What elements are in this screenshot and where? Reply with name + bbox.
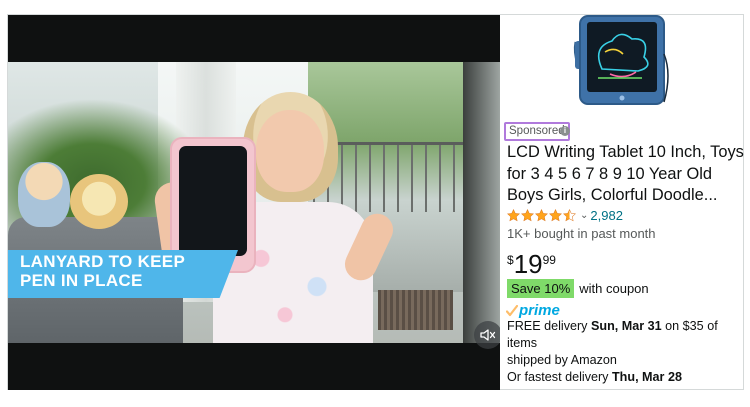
- star-rating: [507, 208, 577, 222]
- rating-count-link[interactable]: 2,982: [590, 208, 623, 223]
- star-full-icon: [549, 208, 562, 221]
- prime-badge: prime: [506, 302, 560, 319]
- delivery-date: Sun, Mar 31: [590, 319, 662, 333]
- delivery-line-2: shipped by Amazon: [507, 353, 617, 367]
- star-full-icon: [521, 208, 534, 221]
- delivery-line-3: Or fastest delivery Thu, Mar 28: [507, 370, 682, 384]
- video-caption-text: LANYARD TO KEEP PEN IN PLACE: [20, 252, 186, 290]
- price-fraction: 99: [542, 253, 556, 267]
- rating-row[interactable]: ⌄ 2,982: [507, 207, 623, 223]
- info-icon[interactable]: i: [560, 126, 570, 136]
- bought-past-month: 1K+ bought in past month: [507, 226, 656, 241]
- speaker-muted-icon: [480, 329, 496, 341]
- star-full-icon: [535, 208, 548, 221]
- star-full-icon: [507, 208, 520, 221]
- lcd-writing-tablet-thumbnail: [573, 15, 669, 105]
- coupon-text: with coupon: [579, 281, 649, 296]
- mute-button[interactable]: [474, 321, 500, 349]
- delivery-info: FREE delivery Sun, Mar 31 on $35 of item…: [507, 318, 747, 386]
- product-thumbnail[interactable]: [572, 14, 676, 108]
- product-video-player[interactable]: LANYARD TO KEEP PEN IN PLACE: [8, 15, 500, 390]
- price-symbol: $: [507, 253, 514, 267]
- video-frame: [8, 62, 500, 343]
- price: $ 19 99: [507, 250, 556, 278]
- price-whole: 19: [513, 249, 543, 279]
- star-half-icon: [563, 208, 576, 221]
- prime-label: prime: [519, 302, 560, 319]
- coupon-badge[interactable]: Save 10%: [507, 279, 575, 298]
- fastest-delivery-date: Thu, Mar 28: [611, 370, 682, 384]
- product-title-link[interactable]: LCD Writing Tablet 10 Inch, Toys for 3 4…: [507, 142, 744, 207]
- plush-toy: [18, 162, 70, 227]
- chevron-down-icon[interactable]: ⌄: [580, 210, 588, 221]
- prime-check-icon: [506, 304, 518, 316]
- delivery-line-1: FREE delivery Sun, Mar 31 on $35 of item…: [507, 319, 718, 350]
- coupon-row: Save 10% with coupon: [507, 279, 649, 298]
- plush-toy: [70, 174, 128, 229]
